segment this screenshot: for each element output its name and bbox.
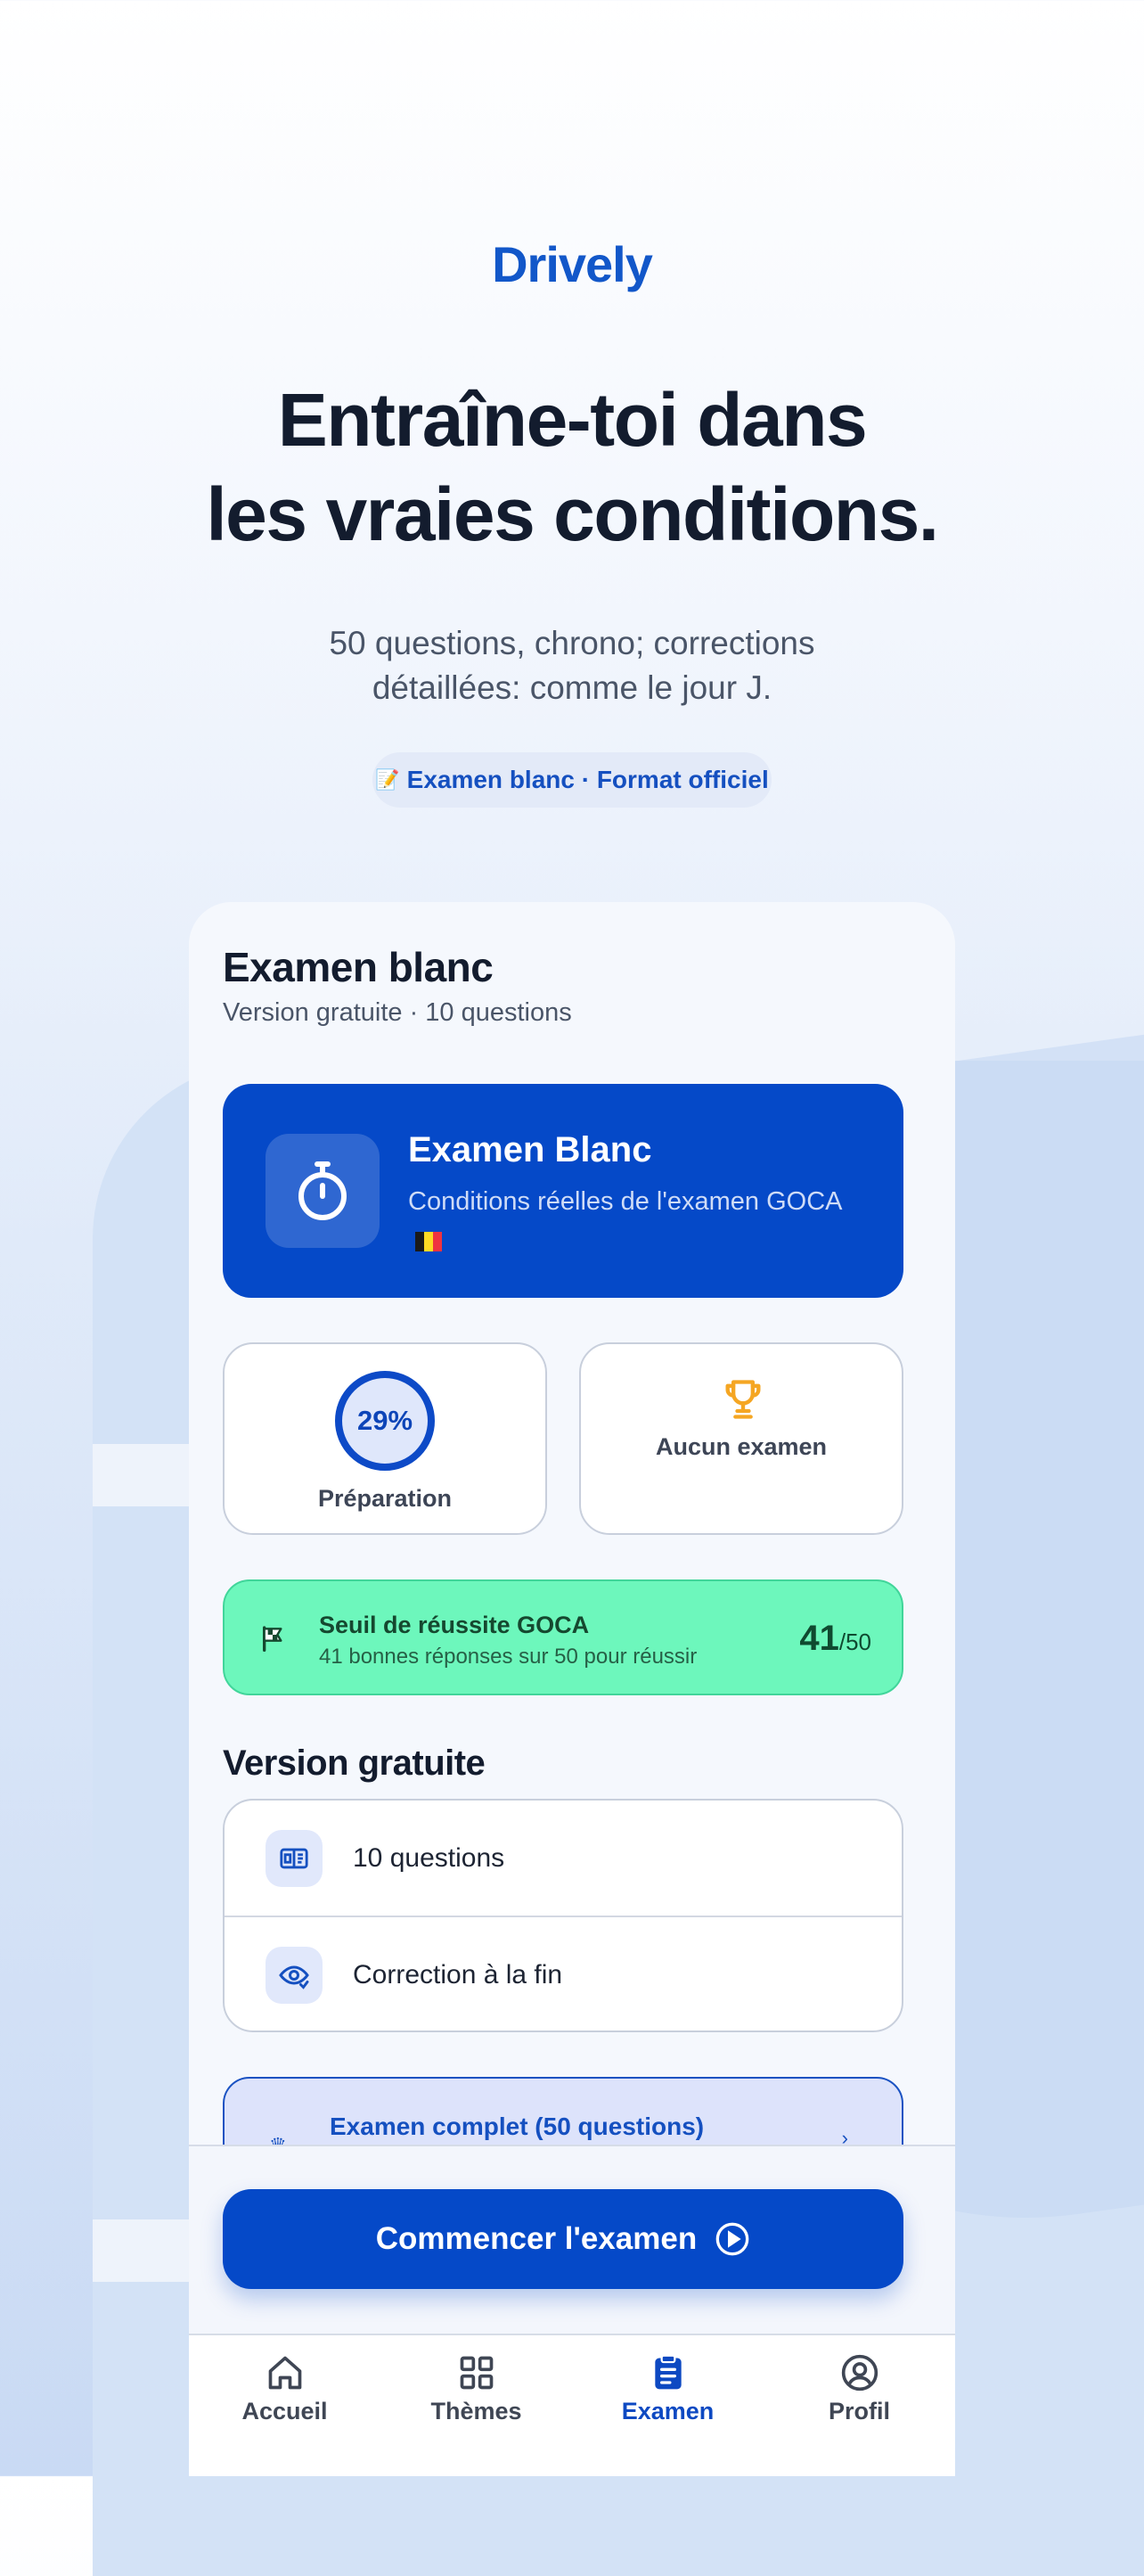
- action-footer: Commencer l'examen: [189, 2145, 955, 2339]
- subline-line-1: 50 questions, chrono; corrections: [329, 625, 815, 661]
- exam-hero-card[interactable]: Examen Blanc Conditions réelles de l'exa…: [223, 1084, 903, 1298]
- threshold-score-value: 41: [799, 1619, 839, 1658]
- exams-card[interactable]: Aucun examen: [579, 1342, 903, 1535]
- tab-label: Examen: [621, 2398, 715, 2424]
- free-item-correction: Correction à la fin: [353, 1959, 563, 1989]
- screen-title: Examen blanc: [223, 944, 494, 990]
- home-icon: [268, 2356, 301, 2390]
- hero-card-description: Conditions réelles de l'examen GOCA: [408, 1182, 854, 1260]
- threshold-score: 41/50: [799, 1619, 871, 1659]
- background-band: [93, 1444, 191, 1506]
- free-version-title: Version gratuite: [223, 1743, 486, 1783]
- tab-examen[interactable]: Examen: [572, 2353, 764, 2425]
- eye-check-icon: [266, 1946, 323, 2004]
- belgium-flag-icon: [415, 1232, 442, 1252]
- list-item: 10 questions: [225, 1801, 902, 1916]
- feature-badge-label: Examen blanc · Format officiel: [406, 766, 769, 793]
- grid-icon: [460, 2356, 493, 2390]
- play-circle-icon: [715, 2222, 749, 2256]
- preparation-card[interactable]: 29% Préparation: [223, 1342, 547, 1535]
- headline-line-2: les vraies conditions.: [206, 472, 939, 556]
- preparation-progress-ring: 29%: [335, 1371, 435, 1471]
- phone-screen: Examen blanc Version gratuite · 10 quest…: [189, 902, 955, 2476]
- trophy-icon: [725, 1380, 761, 1419]
- preparation-label: Préparation: [317, 1485, 453, 1512]
- tab-label: Accueil: [241, 2398, 328, 2424]
- bottom-tab-bar: Accueil Thèmes Examen Profil: [189, 2334, 955, 2476]
- marketing-subline: 50 questions, chrono; corrections détail…: [0, 621, 1144, 710]
- marketing-headline: Entraîne-toi dans les vraies conditions.: [0, 373, 1144, 562]
- threshold-title: Seuil de réussite GOCA: [319, 1612, 590, 1638]
- free-version-list: 10 questions Correction à la fin: [223, 1799, 903, 2032]
- tab-themes[interactable]: Thèmes: [380, 2353, 572, 2425]
- user-circle-icon: [841, 2354, 878, 2391]
- tab-label: Thèmes: [430, 2398, 522, 2424]
- tab-profil[interactable]: Profil: [764, 2353, 955, 2425]
- threshold-subtitle: 41 bonnes réponses sur 50 pour réussir: [319, 1645, 698, 1669]
- pencil-memo-icon: 📝: [375, 768, 400, 791]
- clipboard-icon: [654, 2354, 682, 2390]
- hero-card-description-text: Conditions réelles de l'examen GOCA: [408, 1187, 841, 1216]
- exams-label: Aucun examen: [655, 1433, 828, 1460]
- free-item-questions: 10 questions: [353, 1842, 505, 1873]
- screen-subtitle: Version gratuite · 10 questions: [223, 998, 572, 1027]
- start-exam-button[interactable]: Commencer l'examen: [223, 2189, 903, 2289]
- subline-line-2: détaillées: comme le jour J.: [372, 669, 772, 706]
- background-band: [93, 2219, 191, 2282]
- hero-card-title: Examen Blanc: [408, 1130, 652, 1169]
- brand-logo: Drively: [492, 236, 653, 292]
- checkered-flag-icon: [263, 1626, 282, 1652]
- quiz-icon: [266, 1829, 323, 1887]
- headline-line-1: Entraîne-toi dans: [277, 378, 868, 462]
- stopwatch-icon: [266, 1134, 380, 1248]
- feature-badge: 📝 Examen blanc · Format officiel: [372, 752, 772, 808]
- list-item: Correction à la fin: [225, 1916, 902, 2030]
- pass-threshold-card: Seuil de réussite GOCA 41 bonnes réponse…: [223, 1579, 903, 1695]
- tab-label: Profil: [828, 2398, 890, 2424]
- premium-label: Examen complet (50 questions): [330, 2112, 705, 2140]
- start-exam-label: Commencer l'examen: [375, 2221, 698, 2256]
- threshold-score-total: /50: [838, 1628, 871, 1655]
- tab-accueil[interactable]: Accueil: [189, 2353, 380, 2425]
